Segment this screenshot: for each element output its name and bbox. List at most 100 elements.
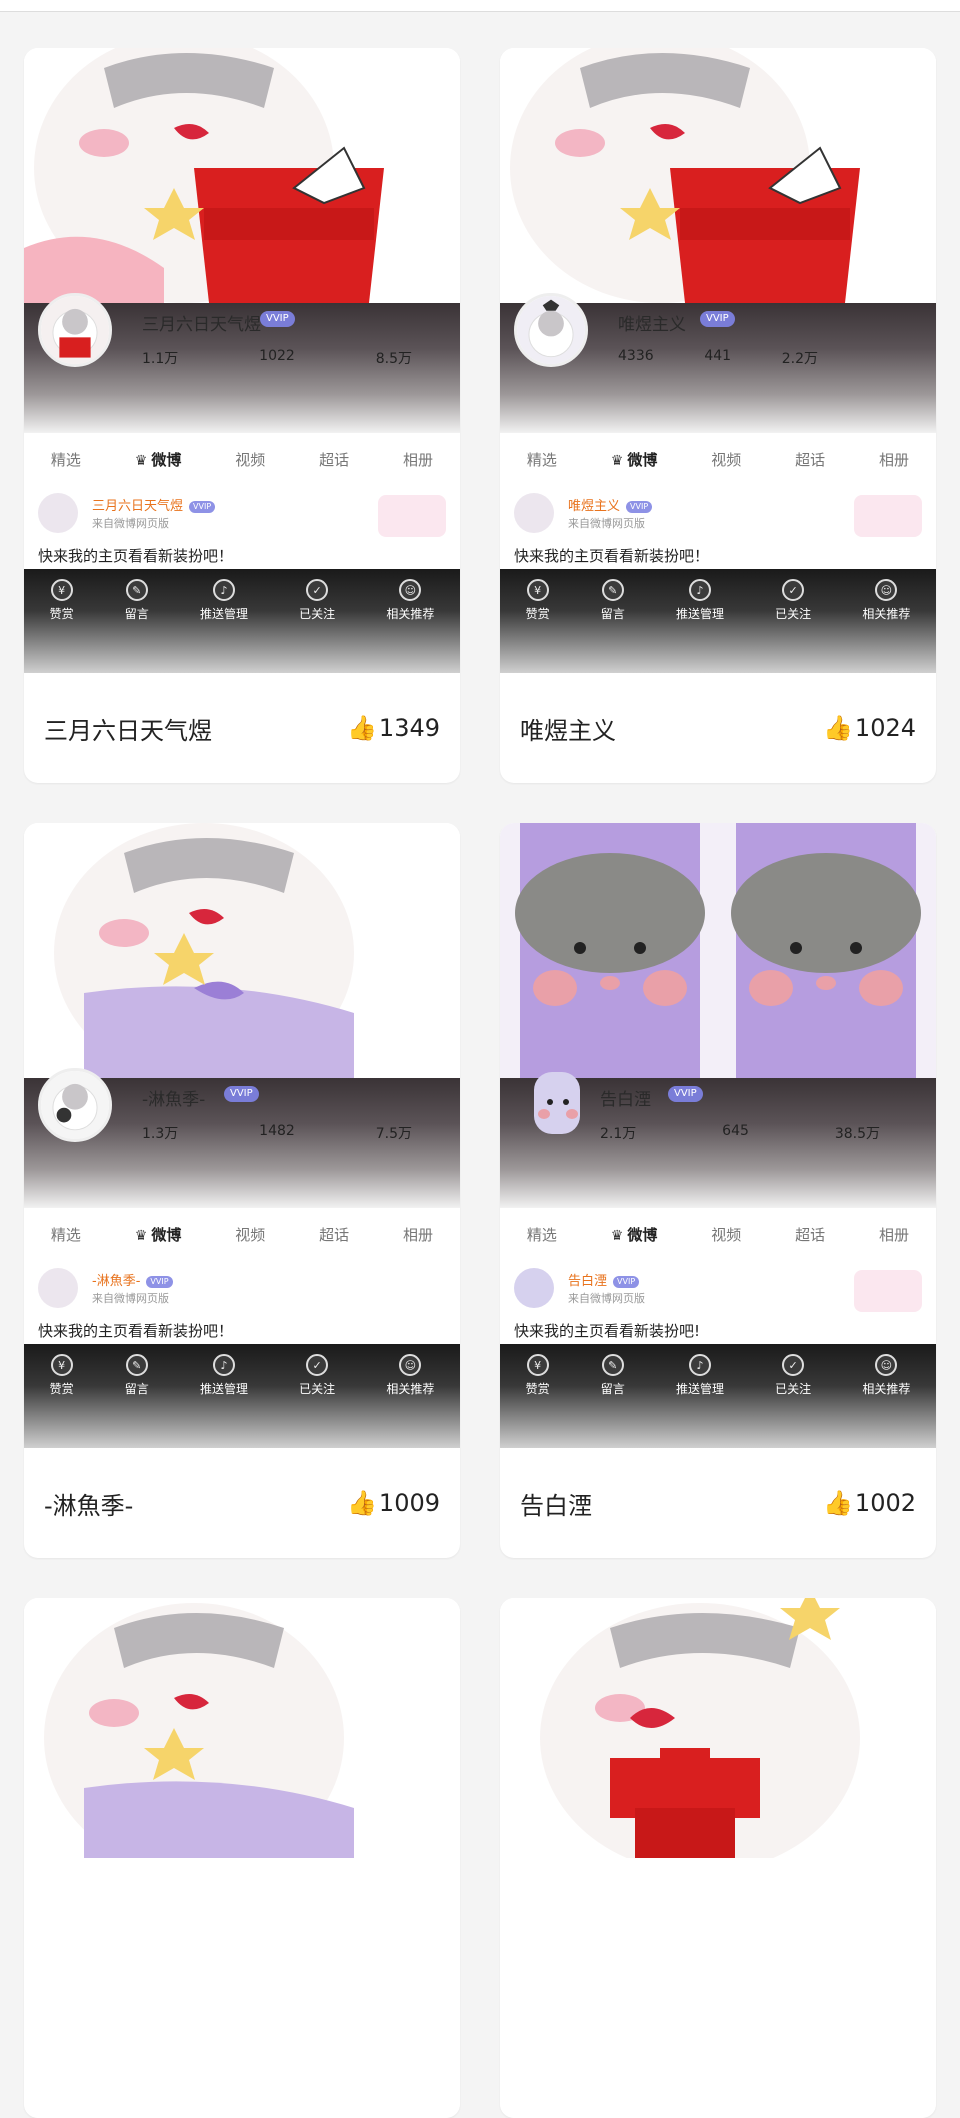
tab-album[interactable]: 相册: [403, 1224, 433, 1245]
reward-button[interactable]: ¥ 赞赏: [526, 1354, 550, 1397]
tab-video[interactable]: 视频: [235, 1224, 265, 1245]
vip-badge: VVIP: [668, 1086, 703, 1102]
tab-album[interactable]: 相册: [879, 1224, 909, 1245]
post-preview: -淋魚季- VVIP 来自微博网页版 快来我的主页看看新装扮吧！: [24, 1260, 460, 1344]
following-button[interactable]: ✓ 已关注: [775, 1354, 811, 1397]
recommend-button[interactable]: ☺ 相关推荐: [862, 1354, 910, 1397]
post-source: 来自微博网页版: [92, 517, 169, 530]
like-count[interactable]: 👍 1009: [347, 1489, 440, 1517]
skin-preview[interactable]: 三月六日天气煜 VVIP 1.1万 1022 8.5万 精选 微博 视频 超话 …: [24, 48, 460, 673]
check-icon: ✓: [306, 1354, 329, 1376]
skin-preview[interactable]: -淋魚季- VVIP 1.3万 1482 7.5万 精选 微博 视频 超话 相册…: [24, 823, 460, 1448]
sticker-decoration: [854, 495, 922, 537]
skin-preview[interactable]: [24, 1598, 460, 2118]
push-manage-button[interactable]: ♪ 推送管理: [200, 579, 248, 622]
skin-card[interactable]: [500, 1598, 936, 2118]
skin-preview[interactable]: 告白湮 VVIP 2.1万 645 38.5万 精选 微博 视频 超话 相册 告…: [500, 823, 936, 1448]
tab-weibo[interactable]: 微博: [135, 1224, 181, 1245]
stat-followers: 2.1万: [600, 1126, 637, 1142]
avatar[interactable]: [38, 1068, 112, 1142]
profile-tabs: 精选 微博 视频 超话 相册: [500, 433, 936, 485]
tab-video[interactable]: 视频: [711, 449, 741, 470]
like-count[interactable]: 👍 1002: [823, 1489, 916, 1517]
vip-badge: VVIP: [224, 1086, 259, 1102]
cartoon-character-art: [500, 48, 936, 303]
tab-weibo[interactable]: 微博: [611, 1224, 657, 1245]
skin-card[interactable]: -淋魚季- VVIP 1.3万 1482 7.5万 精选 微博 视频 超话 相册…: [24, 823, 460, 1558]
tab-video[interactable]: 视频: [711, 1224, 741, 1245]
stat-likes: 7.5万: [375, 1126, 412, 1142]
tab-album[interactable]: 相册: [879, 449, 909, 470]
following-button[interactable]: ✓ 已关注: [299, 1354, 335, 1397]
post-preview: 三月六日天气煜 VVIP 来自微博网页版 快来我的主页看看新装扮吧！: [24, 485, 460, 569]
post-username[interactable]: -淋魚季- VVIP: [92, 1270, 173, 1289]
push-manage-button[interactable]: ♪ 推送管理: [200, 1354, 248, 1397]
stat-followers: 4336: [618, 348, 654, 364]
skin-preview[interactable]: [500, 1598, 936, 2118]
tab-featured[interactable]: 精选: [527, 1224, 557, 1245]
push-manage-button[interactable]: ♪ 推送管理: [676, 1354, 724, 1397]
message-button[interactable]: ✎ 留言: [601, 1354, 625, 1397]
vip-badge: VVIP: [260, 311, 295, 327]
post-avatar[interactable]: [38, 1268, 78, 1308]
reward-icon: ¥: [526, 579, 549, 601]
profile-stats: 4336 441 2.2万: [618, 348, 818, 368]
tab-supertopic[interactable]: 超话: [319, 449, 349, 470]
tab-supertopic[interactable]: 超话: [319, 1224, 349, 1245]
tab-weibo[interactable]: 微博: [135, 449, 181, 470]
stat-following: 1022: [259, 348, 295, 364]
post-text: 快来我的主页看看新装扮吧！: [38, 1322, 234, 1340]
like-count[interactable]: 👍 1024: [823, 714, 916, 742]
skin-card[interactable]: 三月六日天气煜 VVIP 1.1万 1022 8.5万 精选 微博 视频 超话 …: [24, 48, 460, 783]
tab-weibo[interactable]: 微博: [611, 449, 657, 470]
recommend-button[interactable]: ☺ 相关推荐: [862, 579, 910, 622]
skin-grid: 三月六日天气煜 VVIP 1.1万 1022 8.5万 精选 微博 视频 超话 …: [24, 48, 936, 2118]
card-footer: 唯煜主义 👍 1024: [500, 673, 936, 783]
check-icon: ✓: [782, 579, 805, 601]
post-source: 来自微博网页版: [568, 517, 645, 530]
tab-video[interactable]: 视频: [235, 449, 265, 470]
skin-preview[interactable]: 唯煜主义 VVIP 4336 441 2.2万 精选 微博 视频 超话 相册 唯…: [500, 48, 936, 673]
tab-supertopic[interactable]: 超话: [795, 1224, 825, 1245]
skin-title[interactable]: 告白湮: [520, 1486, 592, 1521]
like-count[interactable]: 👍 1349: [347, 714, 440, 742]
tab-featured[interactable]: 精选: [51, 1224, 81, 1245]
skin-title[interactable]: 三月六日天气煜: [44, 711, 212, 746]
stat-following: 441: [704, 348, 732, 364]
recommend-button[interactable]: ☺ 相关推荐: [386, 1354, 434, 1397]
post-avatar[interactable]: [514, 493, 554, 533]
post-username[interactable]: 唯煜主义 VVIP: [568, 495, 653, 514]
check-icon: ✓: [782, 1354, 805, 1376]
bell-icon: ♪: [688, 579, 711, 601]
skin-card[interactable]: 唯煜主义 VVIP 4336 441 2.2万 精选 微博 视频 超话 相册 唯…: [500, 48, 936, 783]
push-manage-button[interactable]: ♪ 推送管理: [676, 579, 724, 622]
post-username[interactable]: 三月六日天气煜 VVIP: [92, 495, 216, 514]
skin-title[interactable]: -淋魚季-: [44, 1486, 133, 1521]
post-avatar[interactable]: [514, 1268, 554, 1308]
tab-album[interactable]: 相册: [403, 449, 433, 470]
avatar[interactable]: [520, 1068, 594, 1142]
message-button[interactable]: ✎ 留言: [125, 1354, 149, 1397]
skin-card[interactable]: [24, 1598, 460, 2118]
post-avatar[interactable]: [38, 493, 78, 533]
action-bar: ¥ 赞赏 ✎ 留言 ♪ 推送管理 ✓ 已关注 ☺ 相关推荐: [24, 569, 460, 673]
reward-button[interactable]: ¥ 赞赏: [50, 579, 74, 622]
message-button[interactable]: ✎ 留言: [601, 579, 625, 622]
tab-featured[interactable]: 精选: [51, 449, 81, 470]
reward-button[interactable]: ¥ 赞赏: [526, 579, 550, 622]
plush-slippers-photo: [500, 823, 936, 1078]
following-button[interactable]: ✓ 已关注: [299, 579, 335, 622]
avatar[interactable]: [514, 293, 588, 367]
message-button[interactable]: ✎ 留言: [125, 579, 149, 622]
recommend-button[interactable]: ☺ 相关推荐: [386, 579, 434, 622]
post-username[interactable]: 告白湮 VVIP: [568, 1270, 640, 1289]
reward-button[interactable]: ¥ 赞赏: [50, 1354, 74, 1397]
avatar[interactable]: [38, 293, 112, 367]
tab-supertopic[interactable]: 超话: [795, 449, 825, 470]
reward-icon: ¥: [526, 1354, 549, 1376]
skin-card[interactable]: 告白湮 VVIP 2.1万 645 38.5万 精选 微博 视频 超话 相册 告…: [500, 823, 936, 1558]
following-button[interactable]: ✓ 已关注: [775, 579, 811, 622]
profile-tabs: 精选 微博 视频 超话 相册: [24, 433, 460, 485]
skin-title[interactable]: 唯煜主义: [520, 711, 616, 746]
tab-featured[interactable]: 精选: [527, 449, 557, 470]
